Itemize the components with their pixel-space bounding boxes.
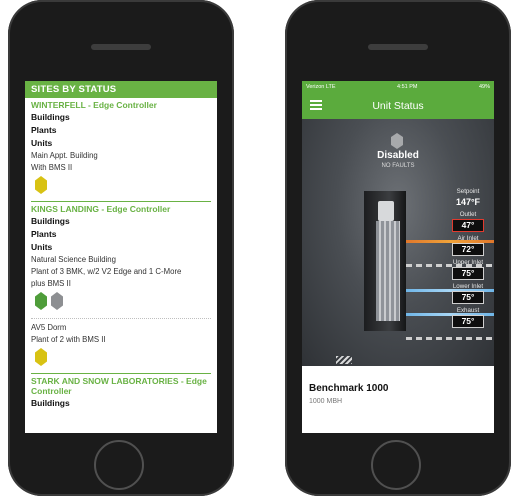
- exhaust-temp-value: 75°: [452, 315, 484, 328]
- left-phone: SITES BY STATUS WINTERFELL - Edge Contro…: [8, 0, 234, 496]
- upper-inlet-temp-value: 75°: [452, 267, 484, 280]
- setpoint-label: Setpoint: [456, 188, 480, 195]
- boiler-unit-image: [364, 191, 422, 331]
- site-title-kings-landing[interactable]: KINGS LANDING - Edge Controller: [25, 202, 217, 215]
- unit-note: With BMS II: [31, 163, 73, 172]
- air-inlet-temp-value: 72°: [452, 243, 484, 256]
- right-phone: Verizon LTE 4:51 PM 49% Unit Status Disa…: [285, 0, 511, 496]
- outlet-label: Outlet: [459, 211, 477, 218]
- unit-note: Natural Science Building: [31, 255, 116, 264]
- unit-card[interactable]: Benchmark 1000 1000 MBH: [302, 366, 494, 433]
- unit-hero: Disabled NO FAULTS Setpoint 147°F Outlet…: [302, 119, 494, 366]
- unit-status-label: Disabled: [377, 150, 419, 161]
- air-inlet-label: Air Inlet: [457, 235, 479, 242]
- warning-status-hex-icon[interactable]: [35, 348, 47, 366]
- speaker-grille: [368, 44, 428, 50]
- page-title: Unit Status: [372, 99, 424, 112]
- unit-note: Main Appt. Building: [31, 151, 98, 160]
- unit-note: Plant of 3 BMK, w/2 V2 Edge and 1 C-More: [31, 267, 182, 276]
- exhaust-label: Exhaust: [456, 307, 480, 314]
- unit-status-screen: Verizon LTE 4:51 PM 49% Unit Status Disa…: [302, 81, 494, 433]
- status-hex-row: [25, 174, 217, 198]
- drag-handle-stripes[interactable]: [336, 356, 352, 364]
- unit-note: Plant of 2 with BMS II: [31, 335, 106, 344]
- home-button[interactable]: [371, 440, 421, 490]
- unit-divider: [31, 318, 211, 319]
- status-hex-row: [25, 290, 217, 314]
- disabled-status-hex-icon: [391, 133, 403, 149]
- hamburger-menu-icon[interactable]: [310, 100, 322, 110]
- buildings-row[interactable]: Buildings: [25, 397, 217, 410]
- carrier-label: Verizon LTE: [306, 83, 336, 90]
- units-row[interactable]: Units: [25, 137, 217, 150]
- disabled-status-hex-icon[interactable]: [51, 292, 63, 310]
- plants-row[interactable]: Plants: [25, 124, 217, 137]
- ok-status-hex-icon[interactable]: [35, 292, 47, 310]
- nav-bar: Unit Status: [302, 92, 494, 119]
- unit-name: Benchmark 1000: [309, 383, 389, 394]
- unit-note: plus BMS II: [31, 279, 71, 288]
- setpoint-value[interactable]: 147°F: [442, 196, 494, 208]
- temperature-readouts: Setpoint 147°F Outlet 47° Air Inlet 72° …: [442, 187, 494, 330]
- warning-status-hex-icon[interactable]: [35, 176, 47, 194]
- outlet-temp-value: 47°: [452, 219, 484, 232]
- unit-capacity: 1000 MBH: [309, 398, 343, 405]
- speaker-grille: [91, 44, 151, 50]
- upper-inlet-label: Upper Inlet: [452, 259, 484, 266]
- unit-note: AV5 Dorm: [31, 323, 67, 332]
- fault-status-label: NO FAULTS: [381, 163, 415, 169]
- site-title-stark-and-snow[interactable]: STARK AND SNOW LABORATORIES - Edge Contr…: [25, 374, 217, 397]
- lower-inlet-label: Lower Inlet: [452, 283, 484, 290]
- sites-by-status-header: SITES BY STATUS: [25, 81, 217, 98]
- site-title-winterfell[interactable]: WINTERFELL - Edge Controller: [25, 98, 217, 111]
- buildings-row[interactable]: Buildings: [25, 111, 217, 124]
- battery-label: 49%: [478, 83, 490, 90]
- exhaust-pipe: [406, 337, 494, 340]
- sites-screen: SITES BY STATUS WINTERFELL - Edge Contro…: [25, 81, 217, 433]
- buildings-row[interactable]: Buildings: [25, 215, 217, 228]
- lower-inlet-temp-value: 75°: [452, 291, 484, 304]
- units-row[interactable]: Units: [25, 241, 217, 254]
- status-hex-row: [25, 346, 217, 370]
- plants-row[interactable]: Plants: [25, 228, 217, 241]
- home-button[interactable]: [94, 440, 144, 490]
- time-label: 4:51 PM: [397, 83, 418, 90]
- status-bar: Verizon LTE 4:51 PM 49%: [302, 81, 494, 92]
